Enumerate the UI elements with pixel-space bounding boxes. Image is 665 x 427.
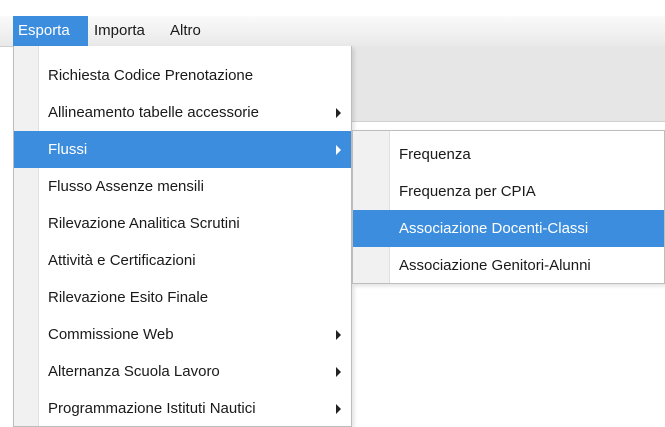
submenu-item-associazione-docenti-classi[interactable]: Associazione Docenti-Classi — [353, 210, 664, 247]
submenu-item-associazione-genitori-alunni[interactable]: Associazione Genitori-Alunni — [353, 247, 664, 284]
menu-importa[interactable]: Importa — [89, 16, 150, 46]
menu-item-programmazione-istituti-nautici[interactable]: Programmazione Istituti Nautici — [14, 390, 351, 427]
submenu-arrow-icon — [336, 330, 341, 340]
background-panel — [350, 46, 665, 122]
submenu-item-frequenza[interactable]: Frequenza — [353, 136, 664, 173]
menu-item-label: Alternanza Scuola Lavoro — [48, 363, 220, 380]
flussi-submenu: Frequenza Frequenza per CPIA Associazion… — [352, 130, 665, 284]
menu-item-label: Rilevazione Esito Finale — [48, 289, 209, 306]
menu-item-attivita-certificazioni[interactable]: Attività e Certificazioni — [14, 242, 351, 279]
submenu-arrow-icon — [336, 108, 341, 118]
menu-item-label: Programmazione Istituti Nautici — [48, 400, 256, 417]
menu-esporta[interactable]: Esporta — [13, 16, 88, 46]
menu-bar: Esporta Importa Altro — [0, 16, 665, 47]
menu-item-rilevazione-analitica-scrutini[interactable]: Rilevazione Analitica Scrutini — [14, 205, 351, 242]
submenu-item-label: Frequenza per CPIA — [399, 183, 536, 200]
menu-item-label: Flussi — [48, 141, 88, 158]
menu-item-flussi[interactable]: Flussi — [14, 131, 351, 168]
submenu-item-label: Associazione Docenti-Classi — [399, 220, 589, 237]
esporta-dropdown: Richiesta Codice Prenotazione Allineamen… — [13, 46, 352, 427]
submenu-arrow-icon — [336, 404, 341, 414]
menu-item-richiesta-codice-prenotazione[interactable]: Richiesta Codice Prenotazione — [14, 57, 351, 94]
menu-item-label: Flusso Assenze mensili — [48, 178, 204, 195]
submenu-item-frequenza-per-cpia[interactable]: Frequenza per CPIA — [353, 173, 664, 210]
menu-item-alternanza-scuola-lavoro[interactable]: Alternanza Scuola Lavoro — [14, 353, 351, 390]
menu-altro[interactable]: Altro — [165, 16, 206, 46]
menu-item-label: Attività e Certificazioni — [48, 252, 196, 269]
menu-item-label: Richiesta Codice Prenotazione — [48, 67, 254, 84]
menu-item-label: Rilevazione Analitica Scrutini — [48, 215, 240, 232]
submenu-item-label: Frequenza — [399, 146, 471, 163]
submenu-arrow-icon — [336, 367, 341, 377]
menu-item-label: Allineamento tabelle accessorie — [48, 104, 259, 121]
menu-item-allineamento-tabelle-accessorie[interactable]: Allineamento tabelle accessorie — [14, 94, 351, 131]
menu-item-rilevazione-esito-finale[interactable]: Rilevazione Esito Finale — [14, 279, 351, 316]
menu-item-flusso-assenze-mensili[interactable]: Flusso Assenze mensili — [14, 168, 351, 205]
submenu-item-label: Associazione Genitori-Alunni — [399, 257, 591, 274]
submenu-arrow-icon — [336, 145, 341, 155]
menu-item-label: Commissione Web — [48, 326, 174, 343]
menu-item-commissione-web[interactable]: Commissione Web — [14, 316, 351, 353]
